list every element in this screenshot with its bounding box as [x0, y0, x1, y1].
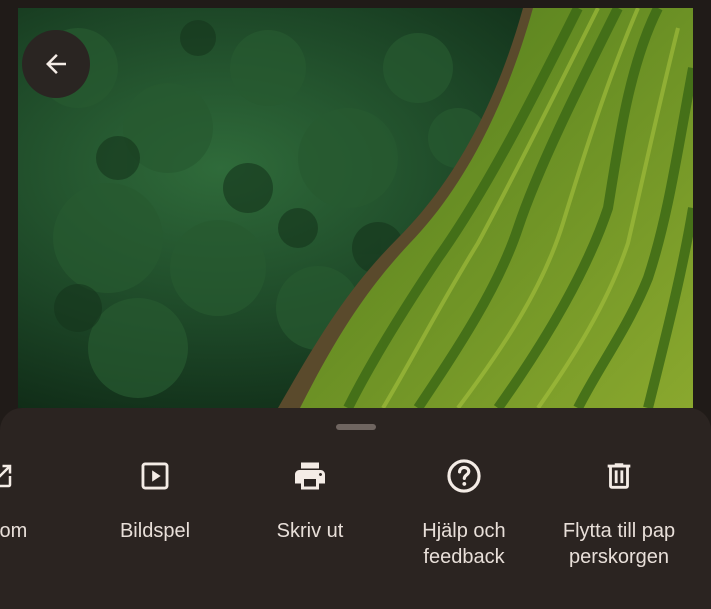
help-circle-icon [444, 456, 484, 496]
photo [18, 8, 693, 408]
printer-icon [290, 456, 330, 496]
action-label: Skriv ut [276, 520, 344, 542]
action-move-to-trash[interactable]: Flytta till pap perskorgen [534, 456, 704, 570]
action-help-feedback[interactable]: Hjälp och feedback [379, 456, 549, 570]
slideshow-icon [135, 456, 175, 496]
photo-viewer-screen: d som Bildspel Skriv ut [0, 0, 711, 609]
arrow-left-icon [46, 54, 66, 74]
action-label: Flytta till pap perskorgen [562, 520, 676, 568]
action-label: Bildspel [119, 520, 191, 542]
back-button[interactable] [22, 30, 90, 98]
trash-icon [599, 456, 639, 496]
action-print[interactable]: Skriv ut [225, 456, 395, 544]
action-slideshow[interactable]: Bildspel [70, 456, 240, 544]
drag-handle[interactable] [336, 424, 376, 430]
photo-image [18, 8, 693, 408]
actions-bottom-sheet: d som Bildspel Skriv ut [0, 408, 711, 609]
open-in-new-icon [0, 456, 20, 496]
action-label: d som [0, 520, 28, 542]
action-label: Hjälp och feedback [422, 520, 506, 568]
